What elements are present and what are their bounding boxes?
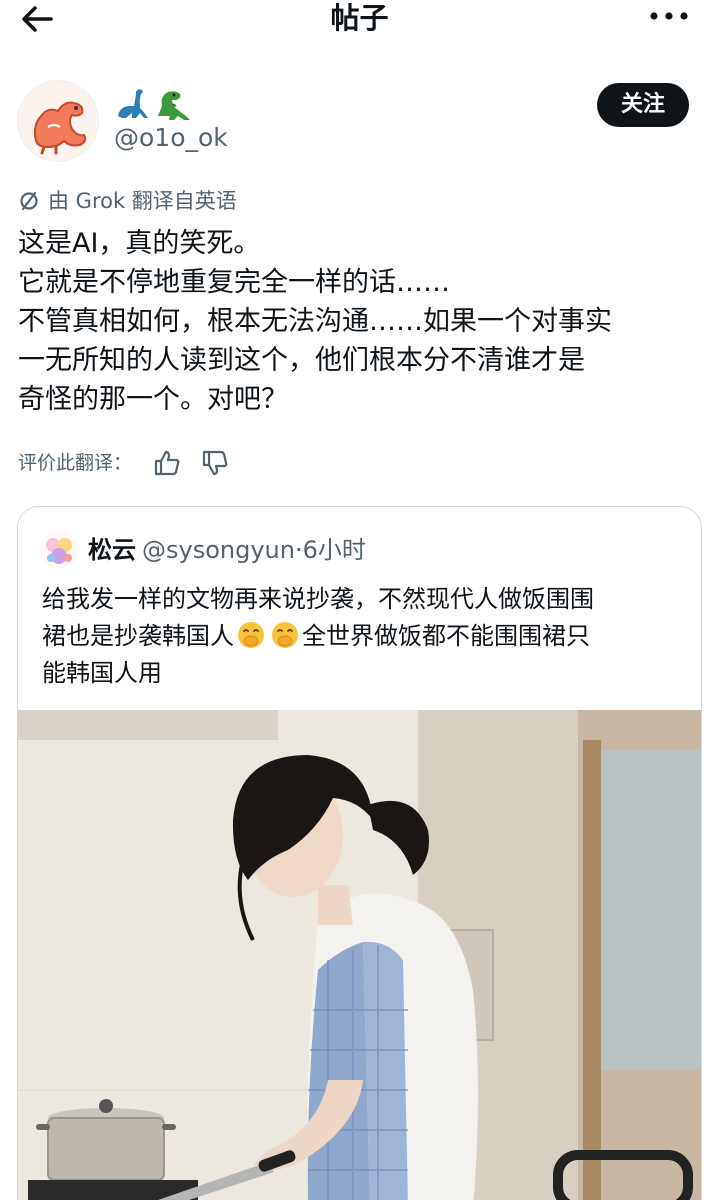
- anime-avatar-image: [46, 538, 72, 564]
- quote-handle[interactable]: @sysongyun: [142, 536, 295, 564]
- quote-photo-woman-cooking[interactable]: [18, 710, 702, 1200]
- quote-line-segment: 全世界做饭都不能围围裙只: [302, 622, 590, 650]
- quoted-post[interactable]: 松云 @sysongyun·6小时 给我发一样的文物再来说抄袭，不然现代人做饭围围…: [17, 506, 702, 1200]
- thumbs-up-icon[interactable]: [152, 448, 182, 478]
- post-line: 它就是不停地重复完全一样的话……: [18, 267, 450, 298]
- post-line: 不管真相如何，根本无法沟通……如果一个对事实: [18, 306, 612, 337]
- display-name-emoji: [118, 89, 190, 120]
- post-line: 这是AI，真的笑死。: [18, 228, 261, 259]
- sauropod-emoji: [118, 89, 148, 118]
- thumbs-down-icon[interactable]: [200, 448, 230, 478]
- quote-header: 松云 @sysongyun·6小时: [88, 533, 366, 567]
- post-text: 这是AI，真的笑死。 它就是不停地重复完全一样的话…… 不管真相如何，根本无法沟…: [18, 224, 708, 419]
- follow-button[interactable]: 关注: [597, 83, 689, 127]
- t-rex-emoji: [158, 91, 190, 120]
- quote-line-segment: 裙也是抄袭韩国人: [42, 622, 234, 650]
- avatar[interactable]: [17, 80, 99, 162]
- quote-line-with-emoji: 裙也是抄袭韩国人 全世界做饭都不能围围裙只: [42, 618, 692, 655]
- author-handle[interactable]: @o1o_ok: [114, 122, 228, 154]
- quote-line: 能韩国人用: [42, 659, 162, 687]
- translation-label: 由 Grok 翻译自英语: [18, 186, 237, 216]
- post-line: 一无所知的人读到这个，他们根本分不清谁才是: [18, 345, 585, 376]
- translation-label-text: 由 Grok 翻译自英语: [48, 189, 237, 213]
- more-horizontal-icon[interactable]: [649, 8, 689, 24]
- top-bar: 帖子: [0, 0, 719, 40]
- face-with-hand-over-mouth-emoji: [238, 622, 264, 648]
- post-line: 奇怪的那一个。对吧？: [18, 384, 288, 415]
- quote-avatar[interactable]: [40, 531, 78, 569]
- quote-time: ·6小时: [294, 536, 366, 564]
- no-translate-icon: [20, 191, 38, 211]
- quote-line: 给我发一样的文物再来说抄袭，不然现代人做饭围围: [42, 585, 594, 613]
- page-title: 帖子: [330, 1, 389, 35]
- rate-translation: 评价此翻译：: [18, 448, 230, 478]
- rate-translation-label: 评价此翻译：: [18, 452, 133, 474]
- face-with-hand-over-mouth-emoji: [272, 622, 298, 648]
- dinosaur-avatar-image: [33, 101, 87, 155]
- quote-author-name[interactable]: 松云: [88, 536, 136, 564]
- quote-text: 给我发一样的文物再来说抄袭，不然现代人做饭围围 裙也是抄袭韩国人 全世界做饭都不…: [42, 581, 692, 692]
